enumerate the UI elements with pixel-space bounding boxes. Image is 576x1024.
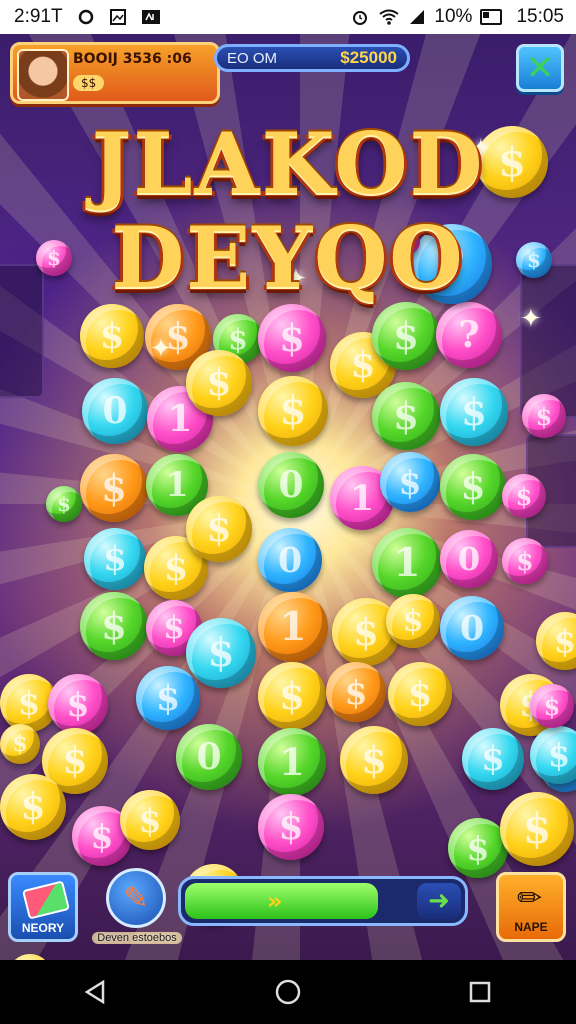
coin-gold[interactable]: $ xyxy=(500,792,574,866)
avatar xyxy=(17,49,69,101)
coin-gold[interactable]: $ xyxy=(186,350,252,416)
coin-gold[interactable]: $ xyxy=(258,662,326,730)
coin-gold[interactable]: $ xyxy=(120,790,180,850)
coin-gold[interactable]: $ xyxy=(388,662,452,726)
coin-gold[interactable]: $ xyxy=(0,774,66,840)
score-bar: EO OM $25000 xyxy=(214,44,410,72)
coin-green[interactable]: 1 xyxy=(258,728,326,796)
coin-gold[interactable]: $ xyxy=(258,376,328,446)
coin-orange[interactable]: $ xyxy=(80,454,148,522)
coin-cyan[interactable]: $ xyxy=(440,378,508,446)
pen-icon: ✎ xyxy=(123,880,149,916)
coin-blue[interactable]: $ xyxy=(380,452,440,512)
coin-pink[interactable]: $ xyxy=(522,394,566,438)
progress-bar[interactable]: » ➜ xyxy=(178,876,468,926)
coin-green[interactable]: $ xyxy=(440,454,506,520)
close-button[interactable]: ✕ xyxy=(516,44,564,92)
coin-cyan[interactable]: $ xyxy=(84,528,146,590)
sparkle-icon: ✦ xyxy=(520,304,542,334)
score-label: EO OM xyxy=(227,49,278,67)
coin-blue[interactable]: 0 xyxy=(440,596,504,660)
pen-button-label: Deven estoebos xyxy=(92,932,182,944)
coin-green[interactable]: $ xyxy=(372,302,440,370)
recents-square-icon xyxy=(469,981,491,1003)
game-area[interactable]: $ $ $ $ $ $? 0 1 $ $ $ $ $ $1 0 1 $ $ $ $ $ $0 1 0 $ $ $ $1 $ $0 $ $ $ $ $… xyxy=(0,34,576,960)
score-value: $25000 xyxy=(340,48,397,67)
game-title-line2: DEYQO xyxy=(111,208,465,307)
coin-pink[interactable]: $ xyxy=(502,474,546,518)
coin-pink[interactable]: 0 xyxy=(440,530,498,588)
status-time-right: 15:05 xyxy=(516,6,564,27)
coin-gold[interactable]: $ xyxy=(386,594,440,648)
player-currency: $$ xyxy=(73,75,105,91)
app-icon xyxy=(141,9,161,25)
pencil-button-label: NAPE xyxy=(514,920,548,934)
battery-icon xyxy=(480,9,503,25)
coin-green[interactable]: $ xyxy=(46,486,82,522)
coin-green[interactable]: 1 xyxy=(372,528,442,598)
coin-blue[interactable]: $ xyxy=(136,666,200,730)
player-panel: BOOIJ 3536 :06 $$ xyxy=(10,42,220,104)
coin-pink[interactable]: $ xyxy=(502,538,548,584)
coin-cyan[interactable]: $ xyxy=(186,618,256,688)
wifi-icon xyxy=(378,8,400,26)
coin-pink[interactable]: $ xyxy=(258,304,326,372)
pencil-button[interactable]: ✏ NAPE xyxy=(496,872,566,942)
coin-green[interactable]: 0 xyxy=(258,452,324,518)
coin-green[interactable]: 0 xyxy=(176,724,242,790)
back-triangle-icon xyxy=(84,979,105,1005)
coin-gold[interactable]: $ xyxy=(80,304,144,368)
navigation-bar xyxy=(0,960,576,1024)
coin-pink[interactable]: $ xyxy=(530,684,574,728)
coin-blue[interactable]: 0 xyxy=(258,528,322,592)
coin-pink[interactable]: ? xyxy=(436,302,502,368)
coin-cyan[interactable]: 0 xyxy=(82,378,148,444)
coin-gold[interactable]: $ xyxy=(0,724,40,764)
photo-icon xyxy=(109,8,127,26)
pen-button[interactable]: ✎ xyxy=(106,868,166,928)
signal-icon xyxy=(408,8,426,26)
coin-pink[interactable]: $ xyxy=(48,674,108,734)
eraser-button-label: NEORY xyxy=(21,921,65,935)
arrow-right-icon[interactable]: ➜ xyxy=(417,883,461,919)
coin-cyan[interactable]: $ xyxy=(462,728,524,790)
coin-gold[interactable]: $ xyxy=(340,726,408,794)
eraser-icon xyxy=(21,880,71,920)
sparkle-icon: ✦ xyxy=(150,334,172,364)
game-title-line1: JLAKOD xyxy=(91,114,485,213)
double-chevron-right-icon: » xyxy=(267,887,283,915)
battery-percent: 10% xyxy=(434,6,473,27)
coin-green[interactable]: $ xyxy=(80,592,148,660)
alarm-icon xyxy=(350,7,370,27)
coin-orange[interactable]: $ xyxy=(326,662,386,722)
status-bar: 2:91T 10% 15:05 xyxy=(0,0,576,34)
sync-icon xyxy=(77,8,95,26)
coin-green[interactable]: $ xyxy=(372,382,440,450)
recents-button[interactable] xyxy=(450,962,510,1022)
coin-pink[interactable]: $ xyxy=(258,794,324,860)
home-circle-icon xyxy=(275,979,301,1005)
eraser-button[interactable]: NEORY xyxy=(8,872,78,942)
coin-orange[interactable]: 1 xyxy=(258,592,328,662)
home-button[interactable] xyxy=(258,962,318,1022)
pencil-icon: ✏ xyxy=(517,881,543,916)
status-time-left: 2:91T xyxy=(14,6,63,27)
player-name: BOOIJ 3536 :06 xyxy=(73,51,192,67)
close-x-icon: ✕ xyxy=(525,48,555,88)
coin-gold[interactable]: $ xyxy=(186,496,252,562)
coin-green[interactable]: $ xyxy=(448,818,508,878)
back-button[interactable] xyxy=(66,962,126,1022)
